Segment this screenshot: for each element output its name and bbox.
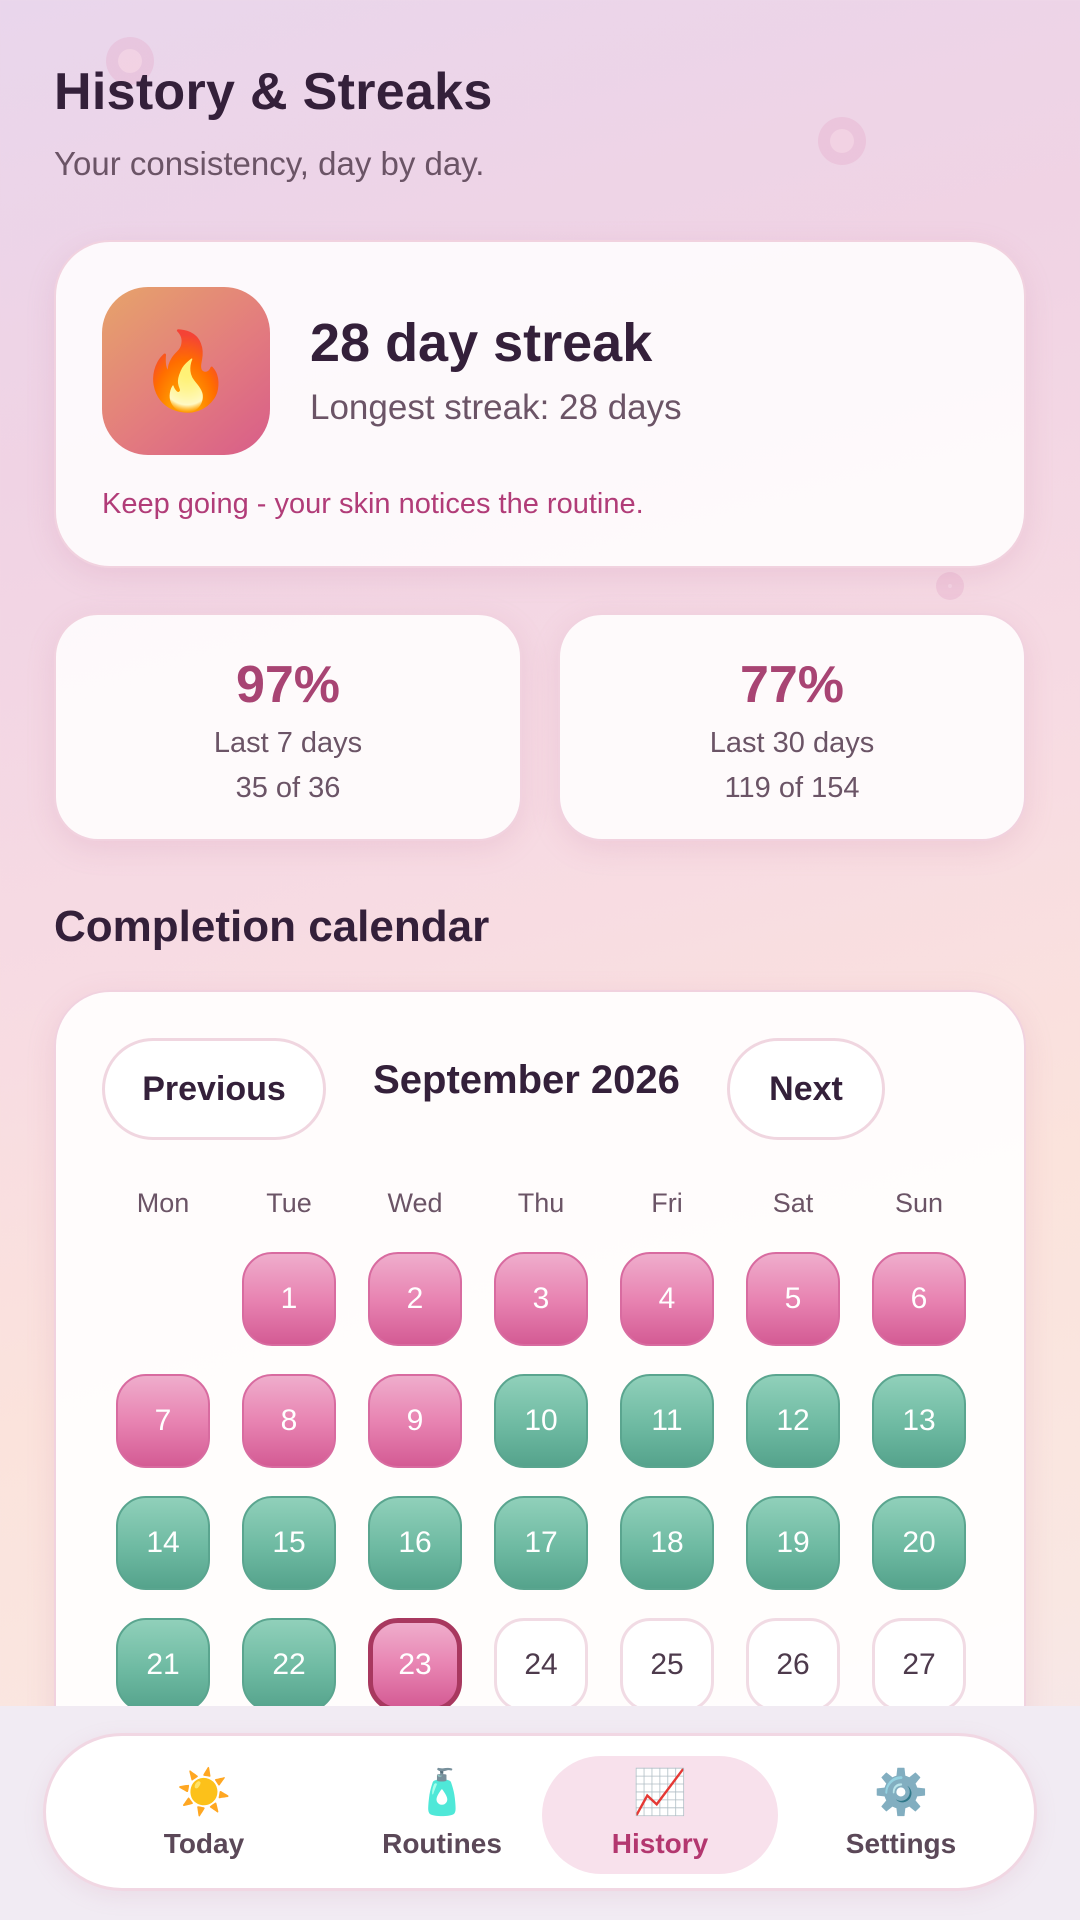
- calendar-day[interactable]: 13: [872, 1374, 966, 1468]
- stat-label: Last 7 days: [213, 727, 363, 759]
- calendar-day[interactable]: 19: [746, 1496, 840, 1590]
- calendar-day[interactable]: 18: [620, 1496, 714, 1590]
- nav-label: Settings: [845, 1828, 957, 1859]
- calendar-day[interactable]: 20: [872, 1496, 966, 1590]
- calendar-day[interactable]: 24: [494, 1618, 588, 1712]
- calendar-day-today[interactable]: 23: [368, 1618, 462, 1712]
- nav-item-history[interactable]: 📈 History: [542, 1756, 778, 1874]
- month-label: September 2026: [373, 1058, 680, 1102]
- calendar-day[interactable]: 4: [620, 1252, 714, 1346]
- weekday-label: Sun: [894, 1188, 944, 1218]
- calendar-day[interactable]: 16: [368, 1496, 462, 1590]
- nav-item-routines[interactable]: 🧴 Routines: [324, 1756, 560, 1874]
- weekday-label: Fri: [651, 1188, 683, 1218]
- calendar-day[interactable]: 12: [746, 1374, 840, 1468]
- calendar-day[interactable]: 25: [620, 1618, 714, 1712]
- calendar-day[interactable]: 22: [242, 1618, 336, 1712]
- calendar-day[interactable]: 17: [494, 1496, 588, 1590]
- longest-streak: Longest streak: 28 days: [310, 388, 682, 427]
- section-title: Completion calendar: [54, 902, 490, 951]
- chart-icon: 📈: [632, 1768, 688, 1817]
- stat-percent: 77%: [739, 656, 845, 714]
- next-month-button[interactable]: Next: [727, 1038, 885, 1140]
- page-subtitle: Your consistency, day by day.: [54, 145, 485, 182]
- decor-bubble: [818, 117, 866, 165]
- calendar-day[interactable]: 14: [116, 1496, 210, 1590]
- calendar-day[interactable]: 21: [116, 1618, 210, 1712]
- flame-icon: 🔥: [102, 287, 270, 455]
- nav-item-today[interactable]: ☀️ Today: [86, 1756, 322, 1874]
- streak-card: 🔥 28 day streak Longest streak: 28 days …: [54, 240, 1026, 568]
- streak-message: Keep going - your skin notices the routi…: [102, 488, 644, 520]
- nav-label: History: [611, 1828, 709, 1859]
- calendar-day[interactable]: 8: [242, 1374, 336, 1468]
- nav-label: Today: [163, 1828, 245, 1859]
- weekday-label: Wed: [387, 1188, 443, 1218]
- weekday-label: Tue: [266, 1188, 312, 1218]
- stat-card-7-days: 97% Last 7 days 35 of 36: [54, 613, 522, 841]
- calendar-day[interactable]: 11: [620, 1374, 714, 1468]
- weekday-label: Sat: [772, 1188, 814, 1218]
- calendar-day[interactable]: 26: [746, 1618, 840, 1712]
- gear-icon: ⚙️: [873, 1768, 929, 1817]
- bottom-nav: ☀️ Today 🧴 Routines 📈 History ⚙️ Setting…: [43, 1733, 1037, 1891]
- calendar-day[interactable]: 27: [872, 1618, 966, 1712]
- lotion-bottle-icon: 🧴: [414, 1768, 470, 1817]
- stat-label: Last 30 days: [709, 727, 875, 759]
- calendar-day[interactable]: 5: [746, 1252, 840, 1346]
- sun-icon: ☀️: [176, 1768, 232, 1817]
- weekday-label: Thu: [517, 1188, 565, 1218]
- calendar-day[interactable]: 10: [494, 1374, 588, 1468]
- calendar-day[interactable]: 6: [872, 1252, 966, 1346]
- page-title: History & Streaks: [54, 63, 493, 121]
- calendar-day[interactable]: 15: [242, 1496, 336, 1590]
- calendar-day[interactable]: 7: [116, 1374, 210, 1468]
- nav-item-settings[interactable]: ⚙️ Settings: [783, 1756, 1019, 1874]
- calendar-day[interactable]: 3: [494, 1252, 588, 1346]
- stat-count: 119 of 154: [724, 772, 860, 804]
- decor-bubble: [936, 572, 964, 600]
- calendar-day[interactable]: 9: [368, 1374, 462, 1468]
- stat-count: 35 of 36: [235, 772, 341, 804]
- stat-percent: 97%: [235, 656, 341, 714]
- weekday-label: Mon: [136, 1188, 190, 1218]
- streak-title: 28 day streak: [310, 313, 653, 373]
- calendar-day[interactable]: 1: [242, 1252, 336, 1346]
- stat-card-30-days: 77% Last 30 days 119 of 154: [558, 613, 1026, 841]
- calendar-day[interactable]: 2: [368, 1252, 462, 1346]
- previous-month-button[interactable]: Previous: [102, 1038, 326, 1140]
- nav-label: Routines: [382, 1828, 502, 1859]
